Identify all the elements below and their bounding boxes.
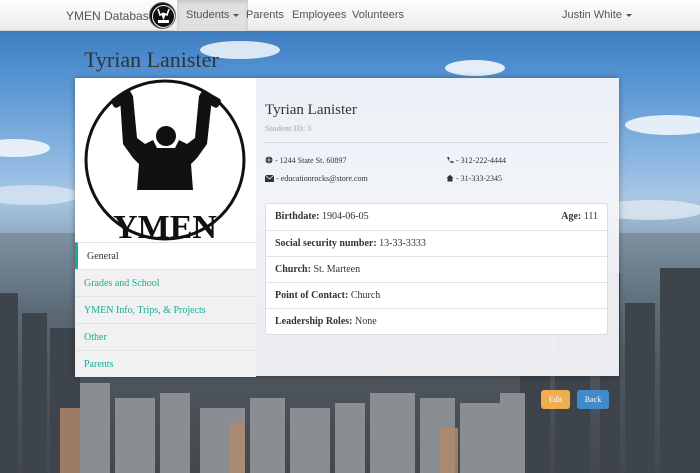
top-navbar: YMEN Database Students Parents Employees… <box>0 0 700 31</box>
divider <box>265 142 608 143</box>
profile-left-column: YMEN General Grades and School YMEN Info… <box>75 78 256 377</box>
age-label: Age: <box>561 211 582 222</box>
email-line: - educationrocks@store.com <box>264 174 368 183</box>
chevron-down-icon <box>625 13 632 17</box>
leadership-value: None <box>355 316 377 327</box>
side-item-general[interactable]: General <box>75 242 256 269</box>
navbar-brand[interactable]: YMEN Database <box>66 9 155 23</box>
contact-label: Point of Contact: <box>275 290 349 301</box>
phone-icon <box>447 157 454 164</box>
ymen-logo-icon[interactable] <box>149 2 176 29</box>
user-menu[interactable]: Justin White <box>562 0 632 31</box>
home-phone-text: - 31-333-2345 <box>456 174 502 183</box>
ssn-label: Social security number: <box>275 238 377 249</box>
ymen-logo-image: YMEN <box>84 79 246 242</box>
student-profile-panel: YMEN General Grades and School YMEN Info… <box>75 78 619 377</box>
home-icon <box>446 174 454 182</box>
student-id: Student ID: 3 <box>265 124 312 133</box>
globe-icon <box>265 156 273 164</box>
phone-line: - 312-222-4444 <box>446 156 506 165</box>
nav-volunteers[interactable]: Volunteers <box>352 0 404 31</box>
age-value: 111 <box>583 211 598 222</box>
side-item-parents[interactable]: Parents <box>75 350 256 377</box>
detail-row-ssn: Social security number: 13-33-3333 <box>266 230 607 256</box>
student-name: Tyrian Lanister <box>265 102 357 118</box>
birthdate-label: Birthdate: <box>275 211 320 222</box>
edit-button[interactable]: Edit <box>541 390 570 409</box>
phone-text: - 312-222-4444 <box>456 156 506 165</box>
home-phone-line: - 31-333-2345 <box>446 174 502 183</box>
contact-value: Church <box>350 290 381 301</box>
address-text: - 1244 State St. 60897 <box>275 156 347 165</box>
detail-row-contact: Point of Contact: Church <box>266 282 607 308</box>
side-item-grades[interactable]: Grades and School <box>75 269 256 296</box>
leadership-label: Leadership Roles: <box>275 316 353 327</box>
profile-side-menu: General Grades and School YMEN Info, Tri… <box>75 242 256 377</box>
birthdate-value: 1904-06-05 <box>321 211 369 222</box>
nav-parents[interactable]: Parents <box>246 0 284 31</box>
side-item-other[interactable]: Other <box>75 323 256 350</box>
back-button[interactable]: Back <box>577 390 609 409</box>
student-details-list: Birthdate: 1904-06-05 Age: 111 Social se… <box>265 203 608 335</box>
side-item-ymen-info[interactable]: YMEN Info, Trips, & Projects <box>75 296 256 323</box>
nav-students[interactable]: Students <box>177 0 249 31</box>
age-field: Age: 111 <box>561 204 598 230</box>
envelope-icon <box>264 174 275 182</box>
detail-row-leadership: Leadership Roles: None <box>266 308 607 334</box>
detail-row-birthdate: Birthdate: 1904-06-05 Age: 111 <box>266 204 607 230</box>
church-label: Church: <box>275 264 311 275</box>
church-value: St. Marteen <box>313 264 361 275</box>
page-title: Tyrian Lanister <box>84 47 219 72</box>
detail-row-church: Church: St. Marteen <box>266 256 607 282</box>
email-text[interactable]: - educationrocks@store.com <box>276 174 368 183</box>
logo-text: YMEN <box>113 209 217 242</box>
ssn-value: 13-33-3333 <box>379 238 426 249</box>
address-line: - 1244 State St. 60897 <box>265 156 346 165</box>
chevron-down-icon <box>233 13 240 17</box>
nav-employees[interactable]: Employees <box>292 0 346 31</box>
